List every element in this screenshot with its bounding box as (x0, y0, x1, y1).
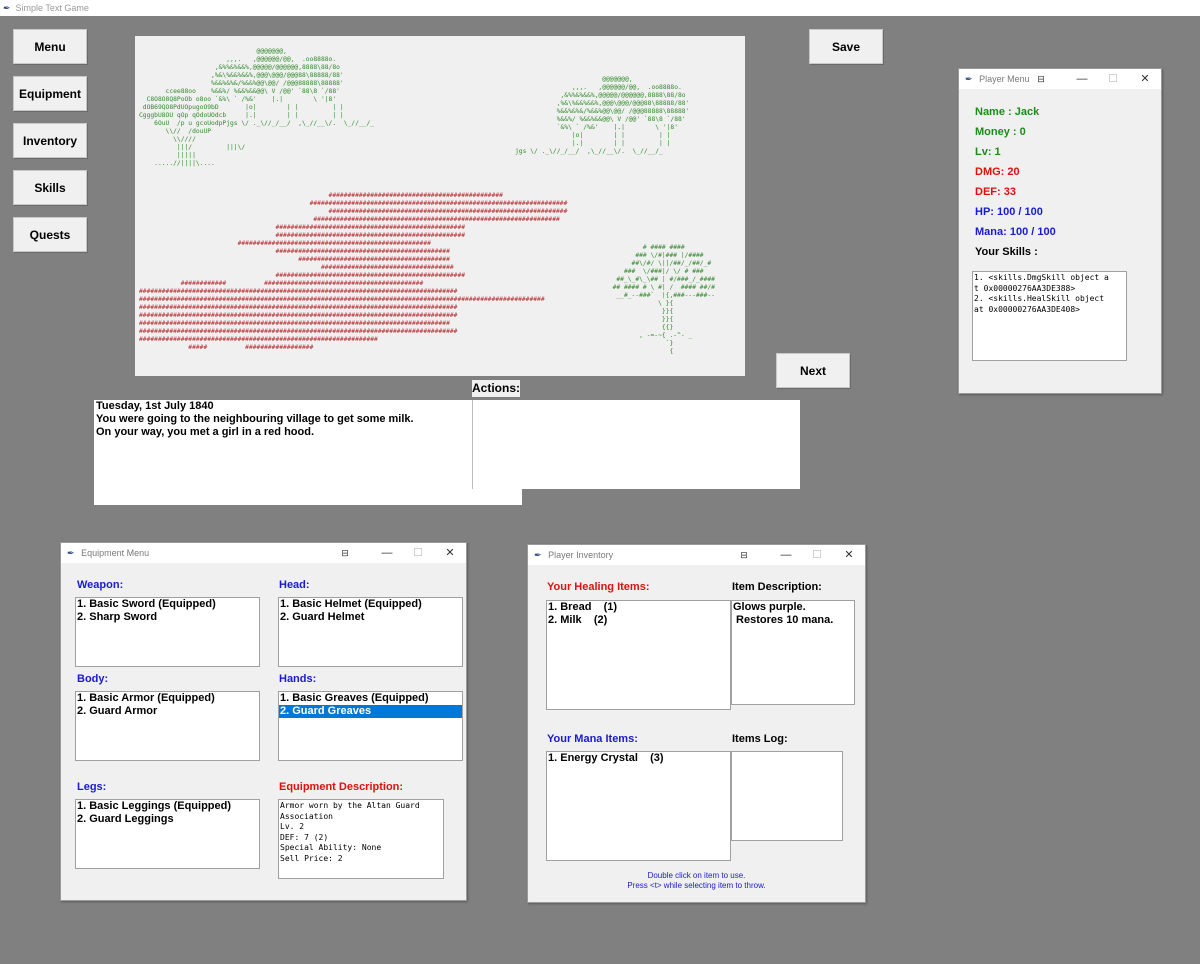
tree-art-small: # #### #### ### \/#|### |/#### ##\/#/ \|… (612, 244, 715, 355)
story-line: Tuesday, 1st July 1840 (96, 400, 214, 412)
list-item[interactable]: 1. Basic Greaves (Equipped) (279, 692, 462, 705)
hands-label: Hands: (279, 673, 317, 685)
equipment-menu-window: ✒ Equipment Menu ⊟ — ☐ ✕ Weapon: 1. Basi… (60, 542, 467, 901)
maximize-button[interactable]: ☐ (403, 543, 433, 563)
list-item[interactable]: 2. Sharp Sword (76, 611, 259, 624)
list-item[interactable]: 2. Guard Armor (76, 705, 259, 718)
close-button[interactable]: ✕ (435, 543, 465, 563)
mana-items-list[interactable]: 1. Energy Crystal (3) (546, 751, 731, 861)
item-description-box[interactable]: Glows purple. Restores 10 mana. (731, 600, 855, 705)
player-menu-window: ✒ Player Menu ⊟ — ☐ ✕ Name : Jack Money … (958, 68, 1162, 394)
skills-list[interactable]: 1. <skills.DmgSkill object a t 0x0000027… (972, 271, 1127, 361)
app-title-bar: ✒ Simple Text Game (0, 0, 1200, 16)
app-title: Simple Text Game (15, 3, 89, 13)
throw-hint-text: Press <t> while selecting item to throw. (627, 881, 766, 890)
item-description-label: Item Description: (732, 581, 822, 593)
feather-icon: ✒ (965, 74, 973, 84)
story-textbox[interactable]: Tuesday, 1st July 1840 You were going to… (94, 400, 522, 505)
legs-list[interactable]: 1. Basic Leggings (Equipped) 2. Guard Le… (75, 799, 260, 869)
list-item-selected[interactable]: 2. Guard Greaves (279, 705, 462, 718)
actions-label: Actions: (472, 380, 520, 397)
mana-items-label: Your Mana Items: (547, 733, 638, 745)
equipment-button[interactable]: Equipment (13, 76, 87, 111)
player-money: Money : 0 (975, 126, 1026, 138)
equipment-description-label: Equipment Description: (279, 781, 404, 793)
list-item[interactable]: 1. Basic Leggings (Equipped) (76, 800, 259, 813)
tree-art-left: @@@@@@@, ,,,. ,@@@@@@/@@, .oo8888o. ,&%%… (139, 48, 375, 167)
brick-wall-art: ########################################… (139, 192, 568, 351)
legs-label: Legs: (77, 781, 107, 793)
player-mana: Mana: 100 / 100 (975, 226, 1056, 238)
player-level: Lv: 1 (975, 146, 1001, 158)
story-line: On your way, you met a girl in a red hoo… (96, 426, 314, 438)
player-dmg: DMG: 20 (975, 166, 1020, 178)
equipment-description-text[interactable]: Armor worn by the Altan Guard Associatio… (278, 799, 444, 879)
inventory-window: ✒ Player Inventory ⊟ — ☐ ✕ Your Healing … (527, 544, 866, 903)
minimize-button[interactable]: — (1067, 69, 1097, 89)
inventory-title: Player Inventory (548, 550, 614, 560)
minimize-button[interactable]: — (372, 543, 402, 563)
maximize-button[interactable]: ☐ (1098, 69, 1128, 89)
list-item[interactable]: 2. Guard Helmet (279, 611, 462, 624)
item-description-line: Restores 10 mana. (733, 614, 834, 626)
body-list[interactable]: 1. Basic Armor (Equipped) 2. Guard Armor (75, 691, 260, 761)
healing-items-label: Your Healing Items: (547, 581, 650, 593)
items-log-box[interactable] (731, 751, 843, 841)
list-item[interactable]: 1. Basic Sword (Equipped) (76, 598, 259, 611)
feather-icon: ✒ (67, 548, 75, 558)
list-item[interactable]: 2. Milk (2) (547, 614, 730, 627)
feather-icon: ✒ (534, 550, 542, 560)
window-extra-icon[interactable]: ⊟ (330, 543, 360, 563)
list-item[interactable]: 1. Basic Helmet (Equipped) (279, 598, 462, 611)
feather-icon: ✒ (3, 3, 11, 13)
skills-button[interactable]: Skills (13, 170, 87, 205)
menu-button[interactable]: Menu (13, 29, 87, 64)
item-description-line: Glows purple. (733, 601, 806, 613)
close-button[interactable]: ✕ (1130, 69, 1160, 89)
player-hp: HP: 100 / 100 (975, 206, 1043, 218)
quests-button[interactable]: Quests (13, 217, 87, 252)
maximize-button[interactable]: ☐ (802, 545, 832, 565)
minimize-button[interactable]: — (771, 545, 801, 565)
actions-area[interactable] (472, 400, 800, 489)
use-hint-text: Double click on item to use. (647, 871, 746, 880)
list-item[interactable]: 2. Guard Leggings (76, 813, 259, 826)
skills-label: Your Skills : (975, 246, 1038, 258)
tree-art-right: @@@@@@@, ,,,. ,@@@@@@/@@, .oo8888o. ,&%%… (515, 76, 690, 155)
player-def: DEF: 33 (975, 186, 1016, 198)
close-button[interactable]: ✕ (834, 545, 864, 565)
equipment-menu-title: Equipment Menu (81, 548, 150, 558)
head-label: Head: (279, 579, 310, 591)
body-label: Body: (77, 673, 109, 685)
next-button[interactable]: Next (776, 353, 850, 388)
healing-items-list[interactable]: 1. Bread (1) 2. Milk (2) (546, 600, 731, 710)
story-line: You were going to the neighbouring villa… (96, 413, 414, 425)
weapon-list[interactable]: 1. Basic Sword (Equipped) 2. Sharp Sword (75, 597, 260, 667)
list-item[interactable]: 1. Energy Crystal (3) (547, 752, 730, 765)
list-item[interactable]: 1. Bread (1) (547, 601, 730, 614)
player-menu-title: Player Menu (979, 74, 1030, 84)
hands-list[interactable]: 1. Basic Greaves (Equipped) 2. Guard Gre… (278, 691, 463, 761)
window-extra-icon[interactable]: ⊟ (729, 545, 759, 565)
list-item[interactable]: 1. Basic Armor (Equipped) (76, 692, 259, 705)
window-extra-icon[interactable]: ⊟ (1026, 69, 1056, 89)
weapon-label: Weapon: (77, 579, 124, 591)
head-list[interactable]: 1. Basic Helmet (Equipped) 2. Guard Helm… (278, 597, 463, 667)
scene-canvas: @@@@@@@, ,,,. ,@@@@@@/@@, .oo8888o. ,&%%… (135, 36, 745, 376)
player-name: Name : Jack (975, 106, 1040, 118)
items-log-label: Items Log: (732, 733, 788, 745)
save-button[interactable]: Save (809, 29, 883, 64)
inventory-button[interactable]: Inventory (13, 123, 87, 158)
